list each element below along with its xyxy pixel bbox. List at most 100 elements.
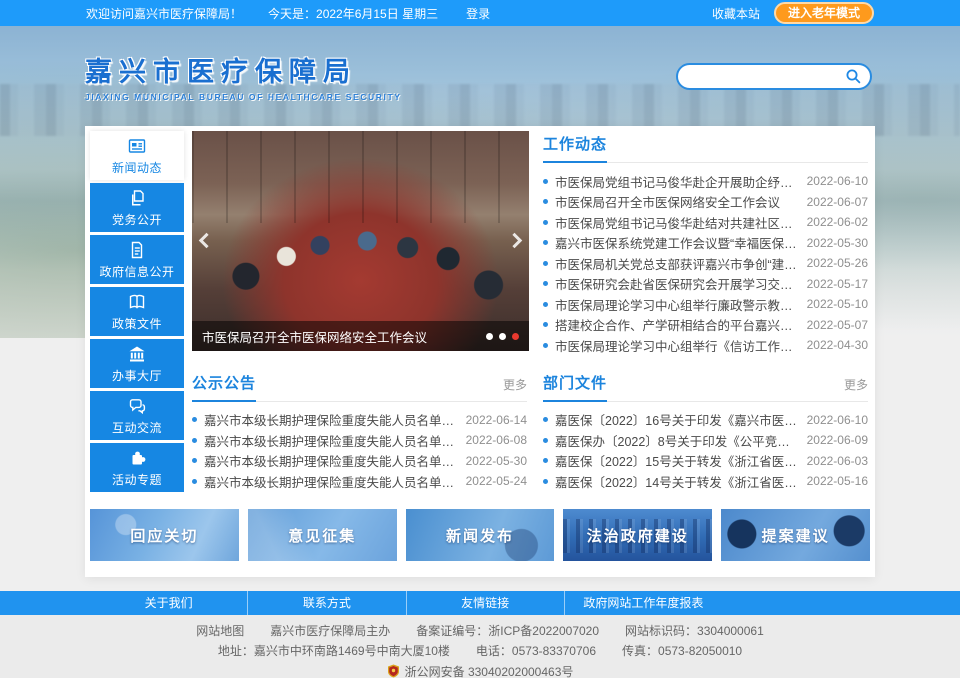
sidebar: 新闻动态 党务公开 政府信息公开 — [90, 131, 184, 495]
bullet-icon — [192, 438, 197, 443]
notices-section: 公示公告 更多 嘉兴市本级长期护理保险重度失能人员名单公示（2... 2022-… — [192, 370, 529, 492]
bullet-icon — [192, 479, 197, 484]
footer-nav-contact[interactable]: 联系方式 — [247, 591, 405, 615]
chat-icon — [127, 396, 147, 416]
search-input[interactable] — [690, 69, 844, 83]
bullet-icon — [543, 220, 548, 225]
dept-file-item[interactable]: 嘉医保办〔2022〕8号关于印发《公平竞争审查... 2022-06-09 — [543, 430, 868, 451]
notice-item[interactable]: 嘉兴市本级长期护理保险重度失能人员名单公示（2... 2022-05-30 — [192, 451, 527, 472]
sitemap-link[interactable]: 网站地图 — [196, 624, 244, 638]
footer-nav-links[interactable]: 友情链接 — [406, 591, 564, 615]
police-badge-icon — [387, 664, 400, 678]
documents-icon — [127, 188, 147, 208]
sidebar-item-label: 政策文件 — [112, 315, 162, 332]
notices-more-link[interactable]: 更多 — [503, 376, 527, 401]
site-id-number: 网站标识码：3304000061 — [625, 624, 764, 638]
footer-nav-about[interactable]: 关于我们 — [90, 591, 247, 615]
news-item[interactable]: 市医保局党组书记马俊华赴结对共建社区指导全国文... 2022-06-02 — [543, 212, 868, 233]
bullet-icon — [543, 458, 548, 463]
sidebar-item-party-affairs[interactable]: 党务公开 — [90, 183, 184, 232]
notice-item[interactable]: 嘉兴市本级长期护理保险重度失能人员名单公示（2... 2022-06-14 — [192, 410, 527, 431]
banner-rule-of-law[interactable]: 法治政府建设 — [563, 509, 712, 561]
sidebar-item-gov-info[interactable]: 政府信息公开 — [90, 235, 184, 284]
welcome-text: 欢迎访问嘉兴市医疗保障局！ — [86, 5, 242, 22]
sidebar-item-label: 互动交流 — [112, 419, 162, 436]
bullet-icon — [543, 261, 548, 266]
news-item[interactable]: 市医保局召开全市医保网络安全工作会议 2022-06-07 — [543, 192, 868, 213]
sidebar-item-interaction[interactable]: 互动交流 — [90, 391, 184, 440]
sidebar-item-service-hall[interactable]: 办事大厅 — [90, 339, 184, 388]
bullet-icon — [543, 417, 548, 422]
bullet-icon — [543, 302, 548, 307]
dept-file-item[interactable]: 嘉医保〔2022〕15号关于转发《浙江省医疗保... 2022-06-03 — [543, 451, 868, 472]
sidebar-item-label: 新闻动态 — [112, 159, 162, 176]
news-item[interactable]: 搭建校企合作、产学研相结合的平台嘉兴市长期护理... 2022-05-07 — [543, 315, 868, 336]
topbar: 欢迎访问嘉兴市医疗保障局！ 今天是：2022年6月15日 星期三 登录 收藏本站… — [0, 0, 960, 26]
carousel-caption-bar: 市医保局召开全市医保网络安全工作会议 — [192, 321, 529, 351]
bank-icon — [127, 344, 147, 364]
public-security-link[interactable]: 浙公网安备 33040202000463号 — [405, 665, 574, 678]
fax-text: 传真：0573-82050010 — [622, 644, 742, 658]
news-item[interactable]: 市医保研究会赴省医保研究会开展学习交流活动 2022-05-17 — [543, 274, 868, 295]
sidebar-item-label: 党务公开 — [112, 211, 162, 228]
banner-opinion-collection[interactable]: 意见征集 — [248, 509, 397, 561]
footer-nav-annual-report[interactable]: 政府网站工作年度报表 — [564, 591, 722, 615]
bullet-icon — [543, 179, 548, 184]
news-carousel[interactable]: 市医保局召开全市医保网络安全工作会议 — [192, 131, 529, 351]
news-item[interactable]: 嘉兴市医保系统党建工作会议暨“幸福医保”党建联... 2022-05-30 — [543, 233, 868, 254]
dept-files-more-link[interactable]: 更多 — [844, 376, 868, 401]
sidebar-item-label: 活动专题 — [112, 471, 162, 488]
public-security-badge: 浙公网安备 33040202000463号 — [387, 664, 574, 678]
bullet-icon — [543, 281, 548, 286]
dept-file-item[interactable]: 嘉医保〔2022〕14号关于转发《浙江省医疗保... 2022-05-16 — [543, 471, 868, 492]
dept-files-list: 嘉医保〔2022〕16号关于印发《嘉兴市医疗保... 2022-06-10 嘉医… — [543, 410, 868, 492]
dept-files-title[interactable]: 部门文件 — [543, 372, 607, 402]
dept-files-section: 部门文件 更多 嘉医保〔2022〕16号关于印发《嘉兴市医疗保... 2022-… — [539, 370, 870, 492]
carousel-caption[interactable]: 市医保局召开全市医保网络安全工作会议 — [202, 327, 478, 346]
carousel-dot[interactable] — [499, 333, 506, 340]
sidebar-item-policy-files[interactable]: 政策文件 — [90, 287, 184, 336]
site-logo: 嘉兴市医疗保障局 JIAXING MUNICIPAL BUREAU OF HEA… — [85, 50, 402, 102]
work-news-title[interactable]: 工作动态 — [543, 133, 607, 163]
bullet-icon — [543, 199, 548, 204]
carousel-prev-icon[interactable] — [199, 233, 215, 249]
sidebar-item-label: 办事大厅 — [112, 367, 162, 384]
banner-proposals[interactable]: 提案建议 — [721, 509, 870, 561]
dept-file-item[interactable]: 嘉医保〔2022〕16号关于印发《嘉兴市医疗保... 2022-06-10 — [543, 410, 868, 431]
sidebar-item-special-topics[interactable]: 活动专题 — [90, 443, 184, 492]
news-item[interactable]: 市医保局党组书记马俊华赴企开展助企纾困活动 2022-06-10 — [543, 171, 868, 192]
banner-row: 回应关切 意见征集 新闻发布 法治政府建设 提案建议 — [90, 509, 870, 561]
main-content: 新闻动态 党务公开 政府信息公开 — [85, 126, 875, 577]
newspaper-icon — [127, 136, 147, 156]
puzzle-icon — [127, 448, 147, 468]
news-item[interactable]: 市医保局理论学习中心组举行《信访工作条例》专题... 2022-04-30 — [543, 335, 868, 356]
carousel-dot-active[interactable] — [512, 333, 519, 340]
carousel-dot[interactable] — [486, 333, 493, 340]
favorite-link[interactable]: 收藏本站 — [712, 5, 760, 22]
address-text: 地址：嘉兴市中环南路1469号中南大厦10楼 — [218, 644, 450, 658]
document-icon — [127, 240, 147, 260]
news-item[interactable]: 市医保局机关党总支部获评嘉兴市争创“建设清廉机... 2022-05-26 — [543, 253, 868, 274]
carousel-next-icon[interactable] — [507, 233, 523, 249]
notice-item[interactable]: 嘉兴市本级长期护理保险重度失能人员名单公示（2... 2022-05-24 — [192, 471, 527, 492]
search-icon[interactable] — [844, 67, 862, 85]
elder-mode-button[interactable]: 进入老年模式 — [774, 2, 874, 24]
sidebar-item-news[interactable]: 新闻动态 — [90, 131, 184, 180]
notices-title[interactable]: 公示公告 — [192, 372, 256, 402]
footer: 网站地图 嘉兴市医疗保障局主办 备案证编号：浙ICP备2022007020 网站… — [0, 615, 960, 678]
page: 欢迎访问嘉兴市医疗保障局！ 今天是：2022年6月15日 星期三 登录 收藏本站… — [0, 0, 960, 678]
banner-news-release[interactable]: 新闻发布 — [406, 509, 555, 561]
login-link[interactable]: 登录 — [466, 5, 490, 22]
notice-item[interactable]: 嘉兴市本级长期护理保险重度失能人员名单公示（2... 2022-06-08 — [192, 430, 527, 451]
book-icon — [127, 292, 147, 312]
carousel-dots — [486, 333, 519, 340]
bullet-icon — [543, 479, 548, 484]
bullet-icon — [543, 240, 548, 245]
header: 嘉兴市医疗保障局 JIAXING MUNICIPAL BUREAU OF HEA… — [0, 26, 960, 126]
site-subtitle: JIAXING MUNICIPAL BUREAU OF HEALTHCARE S… — [85, 92, 402, 102]
banner-respond-concerns[interactable]: 回应关切 — [90, 509, 239, 561]
search-box — [676, 63, 872, 90]
bullet-icon — [543, 322, 548, 327]
news-item[interactable]: 市医保局理论学习中心组举行廉政警示教育专题学习... 2022-05-10 — [543, 294, 868, 315]
current-date: 今天是：2022年6月15日 星期三 — [268, 5, 438, 22]
